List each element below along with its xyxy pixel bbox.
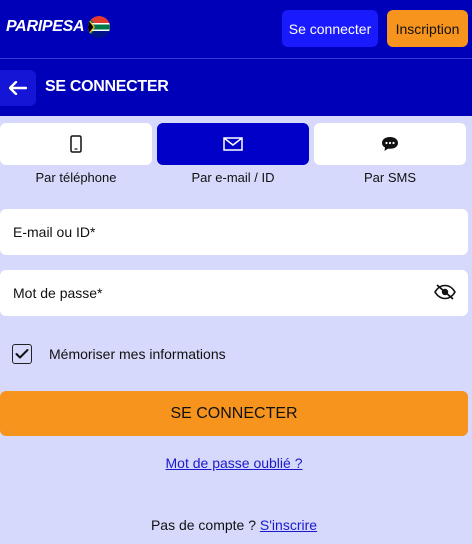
email-placeholder: E-mail ou ID* — [13, 224, 96, 240]
envelope-icon — [223, 137, 243, 151]
checkmark-icon — [15, 349, 29, 359]
signup-link[interactable]: S'inscrire — [260, 517, 317, 533]
logo-text: PARIPESA — [6, 18, 85, 35]
password-placeholder: Mot de passe* — [13, 285, 103, 301]
register-button[interactable]: Inscription — [387, 10, 468, 47]
arrow-left-icon — [9, 81, 27, 95]
logo[interactable]: PARIPESA — [6, 16, 111, 38]
email-field[interactable]: E-mail ou ID* — [0, 209, 468, 255]
signup-prompt: Pas de compte ? S'inscrire — [0, 517, 468, 533]
eye-off-icon[interactable] — [434, 283, 456, 301]
remember-checkbox[interactable] — [12, 344, 32, 364]
phone-icon — [70, 135, 82, 153]
back-button[interactable] — [0, 70, 36, 106]
submit-login-button[interactable]: SE CONNECTER — [0, 391, 468, 436]
tab-email-label[interactable]: Par e-mail / ID — [157, 170, 309, 185]
remember-label[interactable]: Mémoriser mes informations — [49, 346, 226, 362]
tab-phone-label[interactable]: Par téléphone — [0, 170, 152, 185]
tab-sms-label[interactable]: Par SMS — [314, 170, 466, 185]
forgot-password-link[interactable]: Mot de passe oublié ? — [0, 455, 468, 471]
page-title: SE CONNECTER — [45, 78, 169, 95]
page-header: SE CONNECTER — [0, 58, 472, 116]
chat-bubble-icon — [382, 137, 398, 151]
tab-sms[interactable] — [314, 123, 466, 165]
south-africa-flag-icon — [88, 16, 111, 38]
tab-phone[interactable] — [0, 123, 152, 165]
tab-email[interactable] — [157, 123, 309, 165]
no-account-text: Pas de compte ? — [150, 517, 257, 533]
login-button[interactable]: Se connecter — [282, 10, 378, 47]
password-field[interactable]: Mot de passe* — [0, 270, 468, 316]
top-bar: PARIPESA Se connecter Inscription — [0, 0, 472, 58]
